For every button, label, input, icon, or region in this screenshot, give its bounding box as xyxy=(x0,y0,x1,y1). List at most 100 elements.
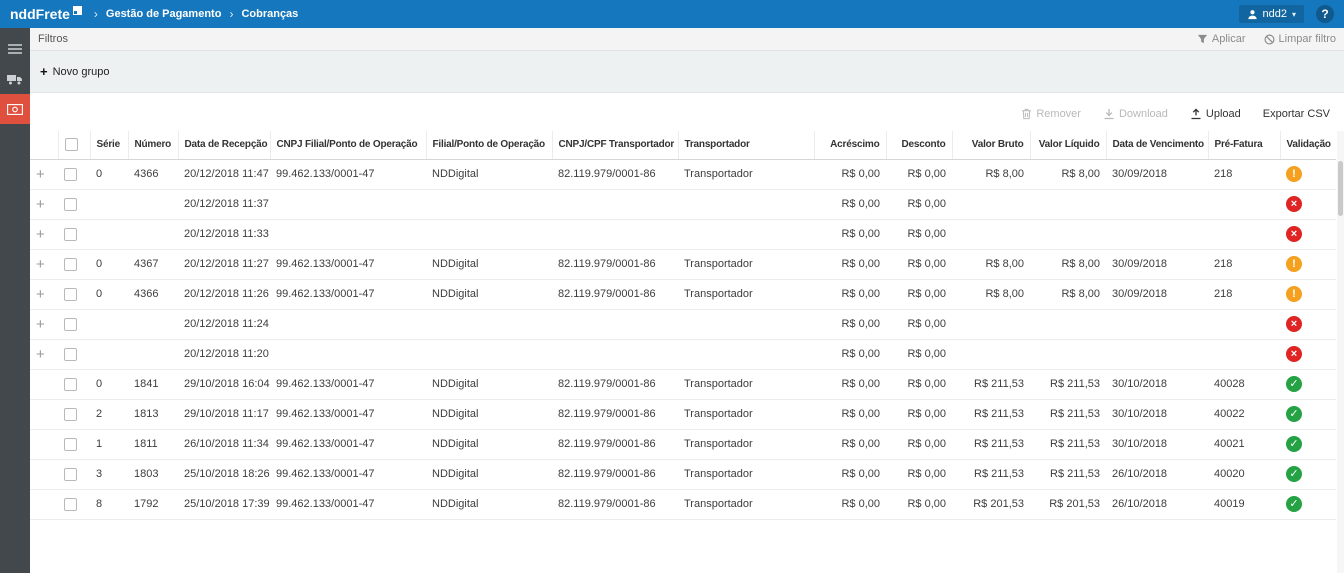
column-header-cnpj_transp[interactable]: CNPJ/CPF Transportador xyxy=(552,131,678,159)
column-header-validacao[interactable]: Validação xyxy=(1280,131,1336,159)
cell-expand: + xyxy=(30,219,58,249)
table-row[interactable]: +20/12/2018 11:24R$ 0,00R$ 0,00× xyxy=(30,309,1336,339)
expand-row-button[interactable]: + xyxy=(36,346,45,363)
cell-acrescimo: R$ 0,00 xyxy=(814,399,886,429)
table-toolbar: Remover Download Upload Exportar CSV xyxy=(30,101,1344,127)
column-header-numero[interactable]: Número xyxy=(128,131,178,159)
table-row[interactable]: +20/12/2018 11:20R$ 0,00R$ 0,00× xyxy=(30,339,1336,369)
row-checkbox[interactable] xyxy=(64,258,77,271)
row-checkbox[interactable] xyxy=(64,168,77,181)
expand-row-button[interactable]: + xyxy=(36,196,45,213)
column-header-prefatura[interactable]: Pré-Fatura xyxy=(1208,131,1280,159)
table-row[interactable]: +0436720/12/2018 11:2799.462.133/0001-47… xyxy=(30,249,1336,279)
warning-status-icon: ! xyxy=(1286,286,1302,302)
cell-check xyxy=(58,369,90,399)
column-label: Número xyxy=(135,139,172,150)
cell-cnpj_filial: 99.462.133/0001-47 xyxy=(270,399,426,429)
cell-numero xyxy=(128,339,178,369)
upload-icon xyxy=(1190,108,1202,120)
column-header-recepcao[interactable]: Data de Recepção↓ xyxy=(178,131,270,159)
row-checkbox[interactable] xyxy=(64,288,77,301)
breadcrumb-item-gestao-de-pagamento[interactable]: Gestão de Pagamento xyxy=(106,8,222,20)
column-header-vencimento[interactable]: Data de Vencimento xyxy=(1106,131,1208,159)
help-button[interactable]: ? xyxy=(1316,5,1334,23)
table-row[interactable]: +20/12/2018 11:37R$ 0,00R$ 0,00× xyxy=(30,189,1336,219)
cell-numero: 1813 xyxy=(128,399,178,429)
cell-acrescimo: R$ 0,00 xyxy=(814,279,886,309)
cell-liquido: R$ 211,53 xyxy=(1030,399,1106,429)
row-checkbox[interactable] xyxy=(64,498,77,511)
cell-recepcao: 29/10/2018 16:04 xyxy=(178,369,270,399)
table-row[interactable]: +20/12/2018 11:33R$ 0,00R$ 0,00× xyxy=(30,219,1336,249)
sidebar-item-frete[interactable] xyxy=(0,64,30,94)
table-row[interactable]: +0436620/12/2018 11:2699.462.133/0001-47… xyxy=(30,279,1336,309)
table-row[interactable]: 8179225/10/2018 17:3999.462.133/0001-47N… xyxy=(30,489,1336,519)
row-checkbox[interactable] xyxy=(64,468,77,481)
export-csv-button[interactable]: Exportar CSV xyxy=(1263,108,1330,120)
select-all-checkbox[interactable] xyxy=(65,138,78,151)
breadcrumb: › Gestão de Pagamento › Cobranças xyxy=(94,7,298,21)
cell-serie xyxy=(90,339,128,369)
expand-row-button[interactable]: + xyxy=(36,316,45,333)
scrollbar-thumb[interactable] xyxy=(1338,161,1343,216)
upload-button[interactable]: Upload xyxy=(1190,108,1241,120)
row-checkbox[interactable] xyxy=(64,378,77,391)
logo-flag-icon xyxy=(73,6,82,15)
apply-filter-label: Aplicar xyxy=(1212,33,1246,45)
column-label: Data de Recepção xyxy=(185,139,268,150)
cell-validacao: ! xyxy=(1280,159,1336,189)
cell-validacao: ! xyxy=(1280,279,1336,309)
column-header-desconto[interactable]: Desconto xyxy=(886,131,952,159)
cell-liquido xyxy=(1030,309,1106,339)
table-row[interactable]: 1181126/10/2018 11:3499.462.133/0001-47N… xyxy=(30,429,1336,459)
table-row[interactable]: 3180325/10/2018 18:2699.462.133/0001-47N… xyxy=(30,459,1336,489)
sidebar-menu-button[interactable] xyxy=(0,34,30,64)
sidebar-item-pagamento[interactable] xyxy=(0,94,30,124)
cell-desconto: R$ 0,00 xyxy=(886,189,952,219)
cell-transportador: Transportador xyxy=(678,399,814,429)
column-header-acrescimo[interactable]: Acréscimo xyxy=(814,131,886,159)
breadcrumb-item-cobrancas[interactable]: Cobranças xyxy=(241,8,298,20)
row-checkbox[interactable] xyxy=(64,228,77,241)
cell-desconto: R$ 0,00 xyxy=(886,249,952,279)
column-header-check[interactable] xyxy=(58,131,90,159)
cell-prefatura: 40019 xyxy=(1208,489,1280,519)
cell-validacao: ! xyxy=(1280,249,1336,279)
column-header-serie[interactable]: Série xyxy=(90,131,128,159)
column-header-liquido[interactable]: Valor Líquido xyxy=(1030,131,1106,159)
user-menu[interactable]: ndd2 ▾ xyxy=(1239,5,1305,23)
table-row[interactable]: 0184129/10/2018 16:0499.462.133/0001-47N… xyxy=(30,369,1336,399)
cell-validacao: × xyxy=(1280,339,1336,369)
cell-bruto: R$ 211,53 xyxy=(952,369,1030,399)
expand-row-button[interactable]: + xyxy=(36,286,45,303)
expand-row-button[interactable]: + xyxy=(36,226,45,243)
cell-transportador: Transportador xyxy=(678,429,814,459)
row-checkbox[interactable] xyxy=(64,198,77,211)
expand-row-button[interactable]: + xyxy=(36,256,45,273)
cell-cnpj_transp: 82.119.979/0001-86 xyxy=(552,249,678,279)
column-label: Data de Vencimento xyxy=(1113,139,1204,150)
table-row[interactable]: +0436620/12/2018 11:4799.462.133/0001-47… xyxy=(30,159,1336,189)
remove-button[interactable]: Remover xyxy=(1021,108,1081,120)
clear-filter-button[interactable]: Limpar filtro xyxy=(1264,33,1336,45)
new-group-button[interactable]: + Novo grupo xyxy=(40,66,109,78)
column-header-filial[interactable]: Filial/Ponto de Operação xyxy=(426,131,552,159)
cell-prefatura: 40028 xyxy=(1208,369,1280,399)
cell-filial xyxy=(426,189,552,219)
column-header-transportador[interactable]: Transportador xyxy=(678,131,814,159)
apply-filter-button[interactable]: Aplicar xyxy=(1197,33,1246,45)
breadcrumb-chevron-icon: › xyxy=(229,7,233,21)
row-checkbox[interactable] xyxy=(64,408,77,421)
row-checkbox[interactable] xyxy=(64,348,77,361)
column-header-cnpj_filial[interactable]: CNPJ Filial/Ponto de Operação xyxy=(270,131,426,159)
cell-expand: + xyxy=(30,339,58,369)
row-checkbox[interactable] xyxy=(64,438,77,451)
download-button[interactable]: Download xyxy=(1103,108,1168,120)
plus-icon: + xyxy=(40,66,48,77)
vertical-scrollbar[interactable] xyxy=(1337,131,1344,573)
column-header-bruto[interactable]: Valor Bruto xyxy=(952,131,1030,159)
app-logo[interactable]: nddFrete xyxy=(10,6,82,22)
expand-row-button[interactable]: + xyxy=(36,166,45,183)
table-row[interactable]: 2181329/10/2018 11:1799.462.133/0001-47N… xyxy=(30,399,1336,429)
row-checkbox[interactable] xyxy=(64,318,77,331)
